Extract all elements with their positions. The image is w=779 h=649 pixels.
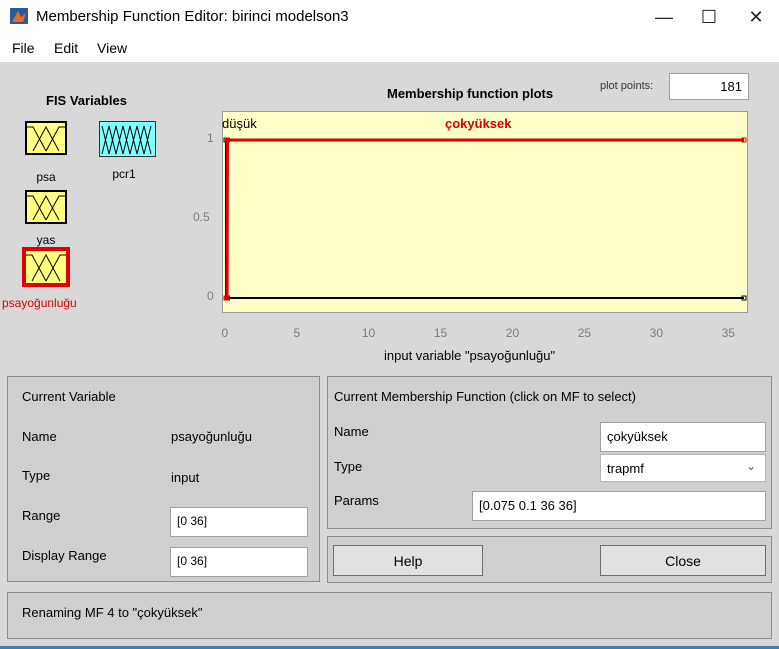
chevron-down-icon: ⌄ [746, 459, 757, 473]
plot-title: Membership function plots [387, 86, 554, 101]
x-tick-label: 10 [361, 326, 376, 340]
matlab-app-icon [10, 8, 28, 24]
variable-name-value: psayoğunluğu [171, 429, 252, 444]
plot-points-label: plot points: [600, 80, 654, 92]
y-tick-label: 0 [207, 289, 214, 303]
mf-params-input[interactable]: [0.075 0.1 36 36] [472, 491, 766, 521]
title-bar: Membership Function Editor: birinci mode… [0, 0, 779, 34]
menu-view[interactable]: View [97, 40, 127, 56]
mf-type-value: trapmf [607, 461, 644, 476]
fis-variable-label-pcr1: pcr1 [112, 167, 136, 181]
x-tick-label: 30 [649, 326, 664, 340]
mf-type-label: Type [334, 459, 363, 474]
plot-points-input[interactable]: 181 [669, 73, 749, 100]
current-variable-heading: Current Variable [22, 389, 116, 404]
window-title: Membership Function Editor: birinci mode… [36, 8, 349, 25]
mf-shape-icon [27, 125, 65, 152]
close-button[interactable]: Close [600, 545, 766, 576]
mf-shape-icon [101, 125, 152, 155]
range-input[interactable]: [0 36] [170, 507, 308, 537]
mf-shape-icon [27, 194, 65, 221]
fis-variable-label-psa: psa [36, 170, 56, 184]
range-label: Range [22, 508, 61, 523]
close-window-button[interactable]: ✕ [733, 0, 779, 34]
status-text: Renaming MF 4 to "çokyüksek" [22, 605, 203, 620]
x-tick-label: 15 [433, 326, 448, 340]
menu-file[interactable]: File [12, 40, 35, 56]
fis-variables-heading: FIS Variables [46, 93, 127, 108]
fis-variable-pcr1[interactable] [99, 121, 156, 157]
maximize-button[interactable]: ☐ [686, 0, 732, 34]
y-tick-label: 1 [207, 131, 214, 145]
variable-type-label: Type [22, 468, 51, 483]
mf-shape-icon [26, 253, 66, 282]
mf-type-select[interactable]: trapmf ⌄ [600, 454, 766, 482]
menu-edit[interactable]: Edit [54, 40, 78, 56]
plot-svg [223, 137, 747, 301]
mf-name-label: Name [334, 424, 369, 439]
x-axis-label: input variable "psayoğunluğu" [384, 348, 556, 363]
fis-variable-label-psayogunlugu: psayoğunluğu [2, 296, 77, 310]
current-mf-heading: Current Membership Function (click on MF… [334, 389, 636, 404]
fis-variable-psayogunlugu[interactable] [22, 247, 70, 287]
help-button[interactable]: Help [333, 545, 483, 576]
fis-variable-yas[interactable] [25, 190, 67, 224]
mf-params-label: Params [334, 493, 379, 508]
mf-label-dusuk[interactable]: düşük [222, 116, 257, 131]
mf-label-cokyuksek[interactable]: çokyüksek [445, 116, 512, 131]
menu-bar: File Edit View [0, 34, 779, 62]
mf-curve-dusuk[interactable] [225, 139, 744, 299]
mf-curve-cokyuksek[interactable] [225, 138, 744, 300]
display-range-input[interactable]: [0 36] [170, 547, 308, 577]
x-tick-label: 5 [293, 326, 301, 340]
x-tick-label: 35 [721, 326, 735, 340]
membership-function-plot[interactable] [222, 111, 748, 313]
variable-name-label: Name [22, 429, 57, 444]
fis-variable-psa[interactable] [25, 121, 67, 155]
minimize-button[interactable]: — [641, 0, 687, 34]
mf-name-input[interactable]: çokyüksek [600, 422, 766, 452]
variable-type-value: input [171, 470, 200, 485]
x-tick-label: 0 [221, 326, 229, 340]
x-tick-label: 25 [577, 326, 592, 340]
display-range-label: Display Range [22, 548, 107, 563]
fis-variable-label-yas: yas [36, 233, 56, 247]
x-tick-label: 20 [505, 326, 520, 340]
y-tick-label: 0.5 [193, 210, 210, 224]
